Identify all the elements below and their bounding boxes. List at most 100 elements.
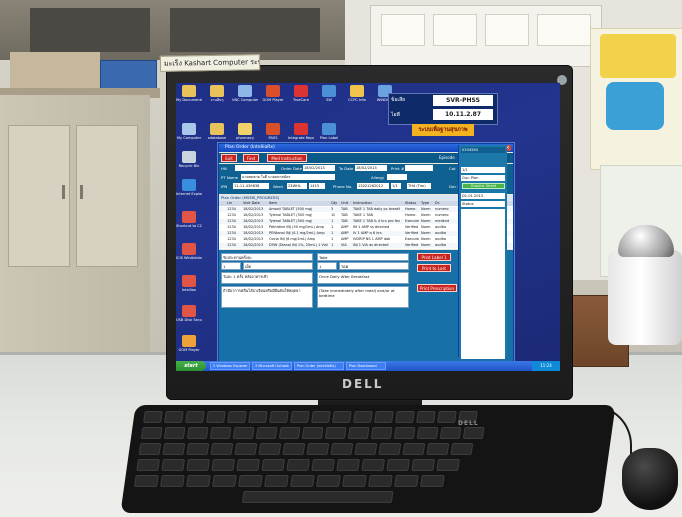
column-header[interactable]: Instruction [353,201,372,206]
taskbar-item[interactable]: 3 Microsoft Outlook [252,362,292,370]
table-cell: TAKE 1 TAB [353,213,373,217]
thai-dose-unit[interactable]: เม็ด [243,262,313,270]
desktop-icon[interactable]: Recycle Bin [176,151,202,168]
bed-field[interactable]: 1415 [309,183,325,189]
column-header[interactable]: Item [269,201,277,206]
desktop-icon[interactable]: My Documents [176,85,202,102]
desktop-icon[interactable]: GOM Player [260,85,286,102]
side-field[interactable]: D1.01.2013 [461,193,505,199]
desktop-icon[interactable]: Integrate Report [288,123,314,140]
thai-dose-qty[interactable]: 1 [221,262,241,270]
phone-field[interactable]: 13021262012 [357,183,389,189]
keyboard-key [311,411,331,423]
column-header[interactable]: Lin [227,201,232,206]
en-frequency[interactable]: Once Daily After Breakfast [317,272,409,284]
table-cell: 1234 [227,237,236,241]
keyboard-key [206,411,226,423]
page-field[interactable]: 1/1 [391,183,401,189]
desktop-icon[interactable]: Shortcut to CCPC_Inst [176,211,202,228]
taskbar-item[interactable]: Plan Order (IntelliaRx) [294,362,344,370]
print-label-button[interactable]: Print Label 1 [417,253,451,261]
side-list[interactable] [461,209,505,359]
table-cell: AMP [341,237,349,241]
desktop-icon[interactable]: งานอื่นๆ [204,85,230,102]
wall-note [537,14,591,46]
keyboard-key [136,459,160,471]
desktop-icon[interactable]: TrueCare [288,85,314,102]
keyboard-key [212,475,237,487]
desktop-icon[interactable]: CCPC Info [344,85,370,102]
side-field[interactable]: 1/1 [461,167,505,173]
column-header[interactable]: Visit Date [243,201,260,206]
asset-sticker: มะเร็ง Kashart Computer ระบบ... [159,54,261,72]
patient-name-field[interactable]: นายสมชาย ใจดี นายมหาสมัคร [241,174,335,180]
print-to-lost-button[interactable]: Print to Lost [417,264,451,272]
print-prescription-button[interactable]: Print Prescription [417,284,457,292]
desktop-icon[interactable]: ICIS WinAdmin [176,243,202,260]
side-field[interactable]: Grp: Plan [461,175,505,181]
ward-field[interactable]: 23WHL [287,183,307,189]
med-instruction-button[interactable]: Med Instruction [267,154,307,162]
keyboard-key [186,459,210,471]
table-cell: Tylenol TABLET (500 mg) [269,213,313,217]
en-dose-qty[interactable]: 1 [317,262,337,270]
desktop-icon[interactable]: VNC Computer [232,85,258,102]
desktop-icon[interactable]: pharmacy [232,123,258,140]
table-cell: medknd [435,219,450,223]
keyboard-key [286,459,310,471]
cabinet-door [8,125,70,267]
en-dose-unit[interactable]: TAB [339,262,409,270]
print-field[interactable] [405,165,433,171]
find-button[interactable]: Find [243,154,259,162]
taskbar-item[interactable]: Plan Dashboard [346,362,386,370]
start-button[interactable]: start [176,361,206,371]
allergy-label: Allergy [371,175,385,180]
table-cell: 1234 [227,213,236,217]
table-cell: Oxcia INJ (6 mg/1mL) Amp [269,237,316,241]
table-cell: Amoxil TABLET (500 mg) [269,207,313,211]
desktop-icon[interactable]: Intelliax [176,275,202,292]
column-header[interactable]: Qty [331,201,337,206]
table-cell: audita [435,231,447,235]
hn-field[interactable] [235,165,275,171]
table-cell: 1234 [227,231,236,235]
ipn-field[interactable]: 11-11-439838 [233,183,269,189]
thai-frequency[interactable]: วันละ 1 ครั้ง หลังอาหารเช้า [221,272,313,284]
desktop-icon[interactable]: My Computer [176,123,202,140]
column-header[interactable]: Dr. [435,201,440,206]
keyboard-key [374,411,394,423]
desktop-icon[interactable]: Plan Label [316,123,342,140]
computer-icon [182,123,196,135]
column-header[interactable]: Status [405,201,416,206]
wall-note [381,14,425,46]
keyboard-key [282,443,306,455]
table-cell: Home- [405,213,417,217]
order-date-field[interactable]: 18/02/2013 [303,165,335,171]
allergy-field[interactable] [387,174,407,180]
to-date-field[interactable]: 18/02/2013 [355,165,387,171]
cabinet-handle [62,185,65,199]
thai-warning[interactable]: ถ้ามีอาการคลื่นไส้อาเจียนหรือมีผื่นคันให… [221,286,313,308]
graphic-sheet-button[interactable]: Graphic Sheet [462,183,505,189]
column-header[interactable]: Type [421,201,429,206]
column-header[interactable]: Unit [341,201,348,206]
wall-note [433,14,477,46]
desktop-icon[interactable]: Internet Explorer [176,179,202,196]
desktop-icon[interactable]: SW [316,85,342,102]
desktop-icon[interactable]: sdatabase [204,123,230,140]
exit-button[interactable]: Exit [221,154,237,162]
en-warning[interactable]: (Take immediately after meal) and/or at … [317,286,409,308]
to-date-label: To Date [339,166,354,171]
server-ip: 10.11.2.87 [433,109,493,120]
desktop-icon[interactable]: GOM Player [176,335,202,352]
recycle-bin-icon [182,151,196,163]
desktop-icon[interactable]: USB Disk Security [176,305,202,322]
time-field[interactable]: TH4 (Tim) [407,183,431,189]
keyboard-key [370,427,393,439]
side-field[interactable]: Status [461,201,505,207]
desktop-icon[interactable]: PASS [260,123,286,140]
app-icon [350,85,364,97]
table-cell: 18/02/2013 [243,243,264,247]
monitor-screen: My Documents งานอื่นๆ VNC Computer GOM P… [176,83,560,371]
taskbar-item[interactable]: 2 Windows Explorer [210,362,250,370]
